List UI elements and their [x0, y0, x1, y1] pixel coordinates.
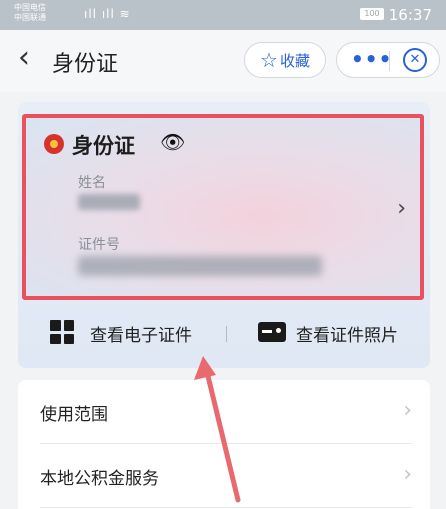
divider: [40, 507, 412, 508]
close-circle-icon[interactable]: ✕: [403, 48, 427, 72]
carrier-info: 中国电信 中国联通: [14, 3, 46, 23]
star-outline-icon: ☆: [260, 48, 278, 72]
eye-icon[interactable]: 👁: [160, 130, 185, 154]
id-number-label: 证件号: [78, 237, 120, 253]
capsule-divider: [389, 51, 390, 71]
list-item-label: 本地公积金服务: [40, 469, 159, 489]
chevron-right-icon: ›: [397, 196, 406, 221]
favorite-button[interactable]: ☆ 收藏: [244, 42, 326, 78]
view-e-cert-button[interactable]: 查看电子证件: [90, 321, 192, 346]
id-card-title: 身份证: [72, 134, 135, 158]
more-dots-icon[interactable]: •••: [351, 47, 392, 71]
list-item-label: 使用范围: [40, 405, 108, 425]
status-time: 16:37: [388, 6, 432, 24]
page-title: 身份证: [52, 52, 119, 77]
signal-wifi-icon: ıll ıll ≋: [84, 7, 131, 21]
miniapp-capsule: ••• ✕: [336, 42, 440, 78]
carrier-2: 中国联通: [14, 13, 46, 22]
actions-divider: [226, 326, 227, 342]
back-icon[interactable]: ‹: [18, 40, 30, 75]
id-card[interactable]: 身份证 👁 姓名 证件号 ›: [22, 114, 424, 300]
qr-code-icon: [50, 320, 74, 344]
name-label: 姓名: [78, 175, 106, 191]
chevron-right-icon: ›: [403, 398, 412, 423]
service-list: 使用范围 › 本地公积金服务 ›: [18, 380, 430, 509]
carrier-1: 中国电信: [14, 3, 46, 12]
list-item-housing-fund[interactable]: 本地公积金服务 ›: [18, 444, 430, 508]
status-bar: 中国电信 中国联通 ıll ıll ≋ 100 16:37: [0, 0, 446, 30]
favorite-label: 收藏: [279, 51, 310, 70]
view-photo-button[interactable]: 查看证件照片: [296, 321, 398, 346]
name-value-blurred: [78, 194, 140, 210]
nav-bar: ‹ 身份证 ☆ 收藏 ••• ✕: [0, 30, 446, 92]
list-item-scope[interactable]: 使用范围 ›: [18, 380, 430, 444]
chevron-right-icon: ›: [403, 462, 412, 487]
battery-icon: 100: [360, 8, 384, 20]
id-number-value-blurred: [78, 256, 322, 276]
national-emblem-icon: [44, 134, 64, 154]
card-actions: 查看电子证件 查看证件照片: [18, 312, 430, 358]
id-card-panel: 身份证 👁 姓名 证件号 › 查看电子证件 查看证件照片: [18, 102, 430, 368]
id-photo-icon: [258, 322, 286, 342]
